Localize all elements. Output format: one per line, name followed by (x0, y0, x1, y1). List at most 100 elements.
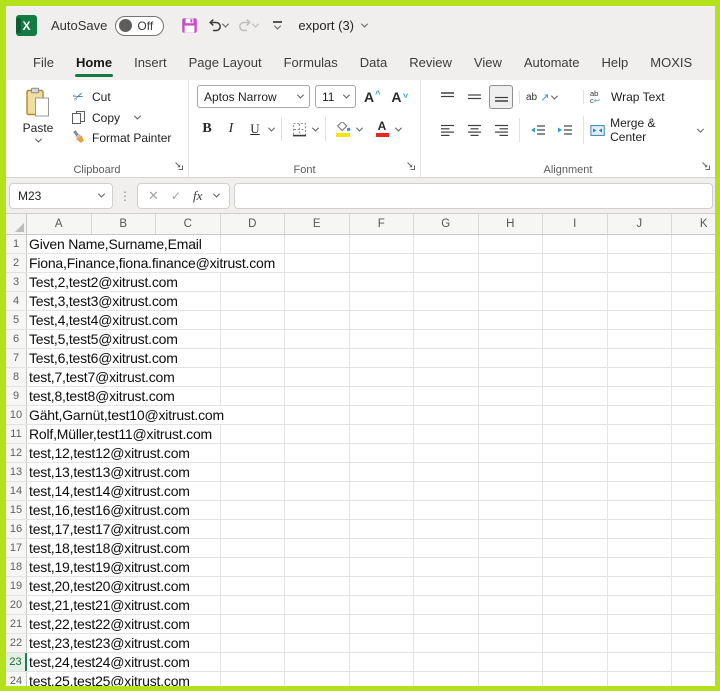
cell-i15[interactable] (543, 501, 608, 519)
cancel-icon[interactable]: ✕ (148, 188, 159, 204)
column-header-d[interactable]: D (221, 214, 286, 234)
row-header-3[interactable]: 3 (6, 273, 27, 291)
cell-text-a19[interactable]: test,20,test20@xitrust.com (29, 577, 193, 595)
cell-k24[interactable] (672, 672, 715, 686)
autosave-toggle[interactable]: Off (115, 16, 164, 36)
cell-j22[interactable] (608, 634, 673, 652)
cell-text-a18[interactable]: test,19,test19@xitrust.com (29, 558, 193, 576)
cell-d10[interactable] (221, 406, 286, 424)
column-header-c[interactable]: C (156, 214, 221, 234)
cell-d24[interactable] (221, 672, 286, 686)
cell-j9[interactable] (608, 387, 673, 405)
cell-text-a13[interactable]: test,13,test13@xitrust.com (29, 463, 193, 481)
cell-i8[interactable] (543, 368, 608, 386)
cell-e1[interactable] (285, 235, 350, 253)
row-header-7[interactable]: 7 (6, 349, 27, 367)
cell-e6[interactable] (285, 330, 350, 348)
cell-i20[interactable] (543, 596, 608, 614)
row-header-23[interactable]: 23 (6, 653, 27, 671)
cell-h15[interactable] (479, 501, 544, 519)
cell-f7[interactable] (350, 349, 415, 367)
tab-formulas[interactable]: Formulas (273, 45, 349, 80)
clipboard-dialog-launcher[interactable] (174, 160, 184, 174)
cell-k16[interactable] (672, 520, 715, 538)
row-header-14[interactable]: 14 (6, 482, 27, 500)
cell-g24[interactable] (414, 672, 479, 686)
cell-i18[interactable] (543, 558, 608, 576)
cell-text-a6[interactable]: Test,5,test5@xitrust.com (29, 330, 181, 348)
cell-i11[interactable] (543, 425, 608, 443)
cell-f9[interactable] (350, 387, 415, 405)
cell-e5[interactable] (285, 311, 350, 329)
cell-k11[interactable] (672, 425, 715, 443)
row-header-19[interactable]: 19 (6, 577, 27, 595)
cell-k12[interactable] (672, 444, 715, 462)
formula-input[interactable] (234, 183, 713, 209)
cell-h11[interactable] (479, 425, 544, 443)
cell-g2[interactable] (414, 254, 479, 272)
cell-e22[interactable] (285, 634, 350, 652)
cell-text-a22[interactable]: test,23,test23@xitrust.com (29, 634, 193, 652)
font-dialog-launcher[interactable] (406, 160, 416, 174)
cell-h18[interactable] (479, 558, 544, 576)
cell-j16[interactable] (608, 520, 673, 538)
cell-text-a5[interactable]: Test,4,test4@xitrust.com (29, 311, 181, 329)
column-header-a[interactable]: A (27, 214, 92, 234)
paste-button[interactable]: Paste (14, 85, 62, 145)
row-header-20[interactable]: 20 (6, 596, 27, 614)
cell-e17[interactable] (285, 539, 350, 557)
cell-k17[interactable] (672, 539, 715, 557)
cell-f15[interactable] (350, 501, 415, 519)
cell-j4[interactable] (608, 292, 673, 310)
cell-d23[interactable] (221, 653, 286, 671)
cell-f5[interactable] (350, 311, 415, 329)
select-all-button[interactable] (6, 214, 27, 234)
row-header-13[interactable]: 13 (6, 463, 27, 481)
cell-i5[interactable] (543, 311, 608, 329)
cell-j20[interactable] (608, 596, 673, 614)
cell-text-a10[interactable]: Gäht,Garnüt,test10@xitrust.com (29, 406, 227, 424)
cell-e9[interactable] (285, 387, 350, 405)
cell-f13[interactable] (350, 463, 415, 481)
cell-k23[interactable] (672, 653, 715, 671)
cell-d11[interactable] (221, 425, 286, 443)
cell-h10[interactable] (479, 406, 544, 424)
cell-h17[interactable] (479, 539, 544, 557)
cell-e24[interactable] (285, 672, 350, 686)
font-name-select[interactable]: Aptos Narrow (197, 85, 310, 108)
cell-f2[interactable] (350, 254, 415, 272)
cell-e3[interactable] (285, 273, 350, 291)
cell-h12[interactable] (479, 444, 544, 462)
cell-i13[interactable] (543, 463, 608, 481)
row-header-22[interactable]: 22 (6, 634, 27, 652)
cell-g9[interactable] (414, 387, 479, 405)
tab-data[interactable]: Data (349, 45, 398, 80)
cell-e18[interactable] (285, 558, 350, 576)
cell-k8[interactable] (672, 368, 715, 386)
cell-e13[interactable] (285, 463, 350, 481)
cell-j7[interactable] (608, 349, 673, 367)
column-header-g[interactable]: G (414, 214, 479, 234)
cell-g8[interactable] (414, 368, 479, 386)
underline-button[interactable]: U (245, 118, 265, 140)
cell-k1[interactable] (672, 235, 715, 253)
insert-function-icon[interactable]: fx (193, 188, 202, 204)
cell-d22[interactable] (221, 634, 286, 652)
center-button[interactable] (462, 118, 486, 142)
cell-f21[interactable] (350, 615, 415, 633)
undo-button[interactable] (207, 18, 228, 33)
cell-f24[interactable] (350, 672, 415, 686)
tab-file[interactable]: File (22, 45, 65, 80)
row-header-24[interactable]: 24 (6, 672, 27, 686)
cell-e20[interactable] (285, 596, 350, 614)
row-header-4[interactable]: 4 (6, 292, 27, 310)
workbook-title[interactable]: export (3) (298, 18, 367, 33)
increase-indent-button[interactable] (553, 118, 577, 142)
fill-color-button[interactable] (333, 118, 353, 140)
cell-j8[interactable] (608, 368, 673, 386)
enter-icon[interactable]: ✓ (171, 189, 181, 203)
cell-e12[interactable] (285, 444, 350, 462)
tab-home[interactable]: Home (65, 45, 123, 80)
cell-j21[interactable] (608, 615, 673, 633)
cell-d6[interactable] (221, 330, 286, 348)
